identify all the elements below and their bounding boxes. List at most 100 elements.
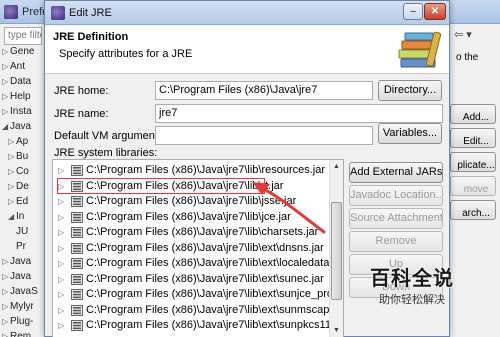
add-jre-button[interactable]: Add... (450, 104, 496, 124)
highlight-box (57, 178, 265, 194)
minimize-button[interactable]: – (403, 3, 423, 20)
add-external-jars-button[interactable]: Add External JARs... (349, 162, 443, 183)
libraries-tree[interactable]: ▷ C:\Program Files (x86)\Java\jre7\lib\re… (52, 159, 344, 337)
preferences-tree-item[interactable]: ▷ Help (0, 89, 42, 104)
jre-home-field[interactable]: C:\Program Files (x86)\Java\jre7 (155, 81, 373, 100)
remove-jre-button[interactable]: move (450, 176, 496, 196)
expand-arrow-icon[interactable]: ▷ (58, 194, 64, 209)
close-icon: ✕ (430, 6, 440, 17)
expand-arrow-icon[interactable]: ▷ (2, 59, 10, 74)
expand-arrow-icon[interactable]: ▷ (58, 272, 64, 287)
library-row[interactable]: ▷ C:\Program Files (x86)\Java\jre7\lib\ex… (53, 303, 343, 318)
preferences-tree-item[interactable]: ▷ Rem (0, 329, 42, 337)
scroll-thumb[interactable] (331, 202, 342, 300)
expand-arrow-icon[interactable]: ▷ (58, 163, 64, 178)
expand-arrow-icon[interactable]: ▷ (58, 241, 64, 256)
expand-arrow-icon[interactable]: ▷ (2, 74, 10, 89)
expand-arrow-icon[interactable]: ▷ (58, 256, 64, 271)
javadoc-location-button[interactable]: Javadoc Location... (349, 185, 443, 206)
library-path: C:\Program Files (x86)\Java\jre7\lib\ext… (86, 272, 324, 285)
tree-item-label: Ed (16, 196, 29, 207)
scroll-up-icon[interactable]: ▲ (330, 160, 343, 173)
expand-arrow-icon[interactable]: ▷ (58, 303, 64, 318)
eclipse-icon (4, 5, 18, 19)
preferences-tree-item[interactable]: ▷ Gene (0, 44, 42, 59)
watermark-subtitle: 助你轻松解决 (379, 294, 445, 306)
dialog-title: Edit JRE (69, 7, 112, 19)
expand-arrow-icon[interactable]: ▷ (58, 287, 64, 302)
expand-arrow-icon[interactable]: ▷ (2, 89, 10, 104)
jar-icon (71, 242, 83, 254)
expand-arrow-icon[interactable]: ▷ (8, 134, 16, 149)
preferences-tree-item[interactable]: ▷ Java (0, 269, 42, 284)
source-attachment-button[interactable]: Source Attachment... (349, 208, 443, 229)
expand-arrow-icon[interactable]: ▷ (2, 284, 10, 299)
variables-button[interactable]: Variables... (378, 123, 442, 144)
tree-item-label: Data (10, 76, 32, 87)
jre-name-label: JRE name: (54, 108, 109, 120)
jar-icon (71, 211, 83, 223)
expand-arrow-icon[interactable]: ◢ (8, 209, 16, 224)
tree-item-label: JU (16, 226, 29, 237)
preferences-tree-item[interactable]: ▷ Mylyr (0, 299, 42, 314)
expand-arrow-icon[interactable]: ▷ (8, 179, 16, 194)
preferences-tree-item[interactable]: ▷ Ed (0, 194, 42, 209)
library-path: C:\Program Files (x86)\Java\jre7\lib\ext… (86, 257, 344, 269)
preferences-tree-item[interactable]: ▷ De (0, 179, 42, 194)
close-button[interactable]: ✕ (424, 3, 446, 20)
expand-arrow-icon[interactable]: ▷ (2, 44, 10, 59)
edit-jre-button[interactable]: Edit... (450, 128, 496, 148)
libraries-scrollbar[interactable]: ▲ ▼ (329, 160, 343, 337)
expand-arrow-icon[interactable]: ▷ (8, 194, 16, 209)
preferences-tree-item[interactable]: Pr (0, 239, 42, 254)
preferences-tree-item[interactable]: ▷ Co (0, 164, 42, 179)
filter-input[interactable]: type filte (4, 27, 42, 45)
scroll-down-icon[interactable]: ▼ (330, 324, 343, 337)
tree-item-label: Java (10, 256, 32, 267)
expand-arrow-icon[interactable]: ▷ (2, 314, 10, 329)
preferences-tree-item[interactable]: ▷ Data (0, 74, 42, 89)
expand-arrow-icon[interactable]: ▷ (8, 149, 16, 164)
expand-arrow-icon[interactable]: ▷ (2, 269, 10, 284)
library-row[interactable]: ▷ C:\Program Files (x86)\Java\jre7\lib\ex… (53, 241, 329, 256)
preferences-tree-item[interactable]: ▷ Java (0, 254, 42, 269)
jre-name-field[interactable]: jre7 (155, 104, 443, 123)
preferences-tree-item[interactable]: ▷ Plug- (0, 314, 42, 329)
preferences-tree-item[interactable]: ▷ JavaS (0, 284, 42, 299)
preferences-tree-item[interactable]: ◢ Java (0, 119, 42, 134)
expand-arrow-icon[interactable]: ▷ (2, 104, 10, 119)
vm-args-field[interactable] (155, 126, 373, 145)
preferences-tree-item[interactable]: ▷ Bu (0, 149, 42, 164)
library-row[interactable]: ▷ C:\Program Files (x86)\Java\jre7\lib\jc… (53, 210, 329, 225)
preferences-tree-item[interactable]: ▷ Ant (0, 59, 42, 74)
library-row[interactable]: ▷ C:\Program Files (x86)\Java\jre7\lib\ex… (53, 256, 343, 271)
expand-arrow-icon[interactable]: ▷ (58, 210, 64, 225)
preferences-tree-item[interactable]: ◢ In (0, 209, 42, 224)
tree-item-label: JavaS (10, 286, 38, 297)
preferences-tree-item[interactable]: ▷ Ap (0, 134, 42, 149)
library-row[interactable]: ▷ C:\Program Files (x86)\Java\jre7\lib\ex… (53, 287, 343, 302)
expand-arrow-icon[interactable]: ▷ (58, 318, 64, 333)
expand-arrow-icon[interactable]: ▷ (8, 164, 16, 179)
expand-arrow-icon[interactable]: ▷ (2, 254, 10, 269)
expand-arrow-icon[interactable]: ▷ (58, 225, 64, 240)
search-jre-button[interactable]: arch... (450, 200, 496, 220)
expand-arrow-icon[interactable]: ▷ (2, 299, 10, 314)
library-row[interactable]: ▷ C:\Program Files (x86)\Java\jre7\lib\ex… (53, 318, 343, 333)
back-nav-icon[interactable]: ⇦ ▾ (454, 28, 472, 41)
library-path: C:\Program Files (x86)\Java\jre7\lib\res… (86, 164, 326, 176)
expand-arrow-icon[interactable]: ▷ (2, 329, 10, 337)
duplicate-jre-button[interactable]: plicate... (450, 152, 496, 172)
library-row[interactable]: ▷ C:\Program Files (x86)\Java\jre7\lib\ch… (53, 225, 329, 240)
tree-item-label: Plug- (10, 316, 34, 327)
preferences-tree-item[interactable]: JU (0, 224, 42, 239)
eclipse-icon (51, 6, 65, 20)
preferences-tree[interactable]: ▷ Gene ▷ Ant ▷ Data ▷ Help ▷ Insta ◢ Java ▷ Ap ▷ Bu ▷ Co ▷… (0, 44, 42, 337)
remove-button[interactable]: Remove (349, 231, 443, 252)
library-row[interactable]: ▷ C:\Program Files (x86)\Java\jre7\lib\ex… (53, 272, 329, 287)
directory-button[interactable]: Directory... (378, 80, 442, 101)
library-row[interactable]: ▷ C:\Program Files (x86)\Java\jre7\lib\re… (53, 163, 329, 178)
library-row[interactable]: ▷ C:\Program Files (x86)\Java\jre7\lib\js… (53, 194, 329, 209)
preferences-tree-item[interactable]: ▷ Insta (0, 104, 42, 119)
expand-arrow-icon[interactable]: ◢ (2, 119, 10, 134)
